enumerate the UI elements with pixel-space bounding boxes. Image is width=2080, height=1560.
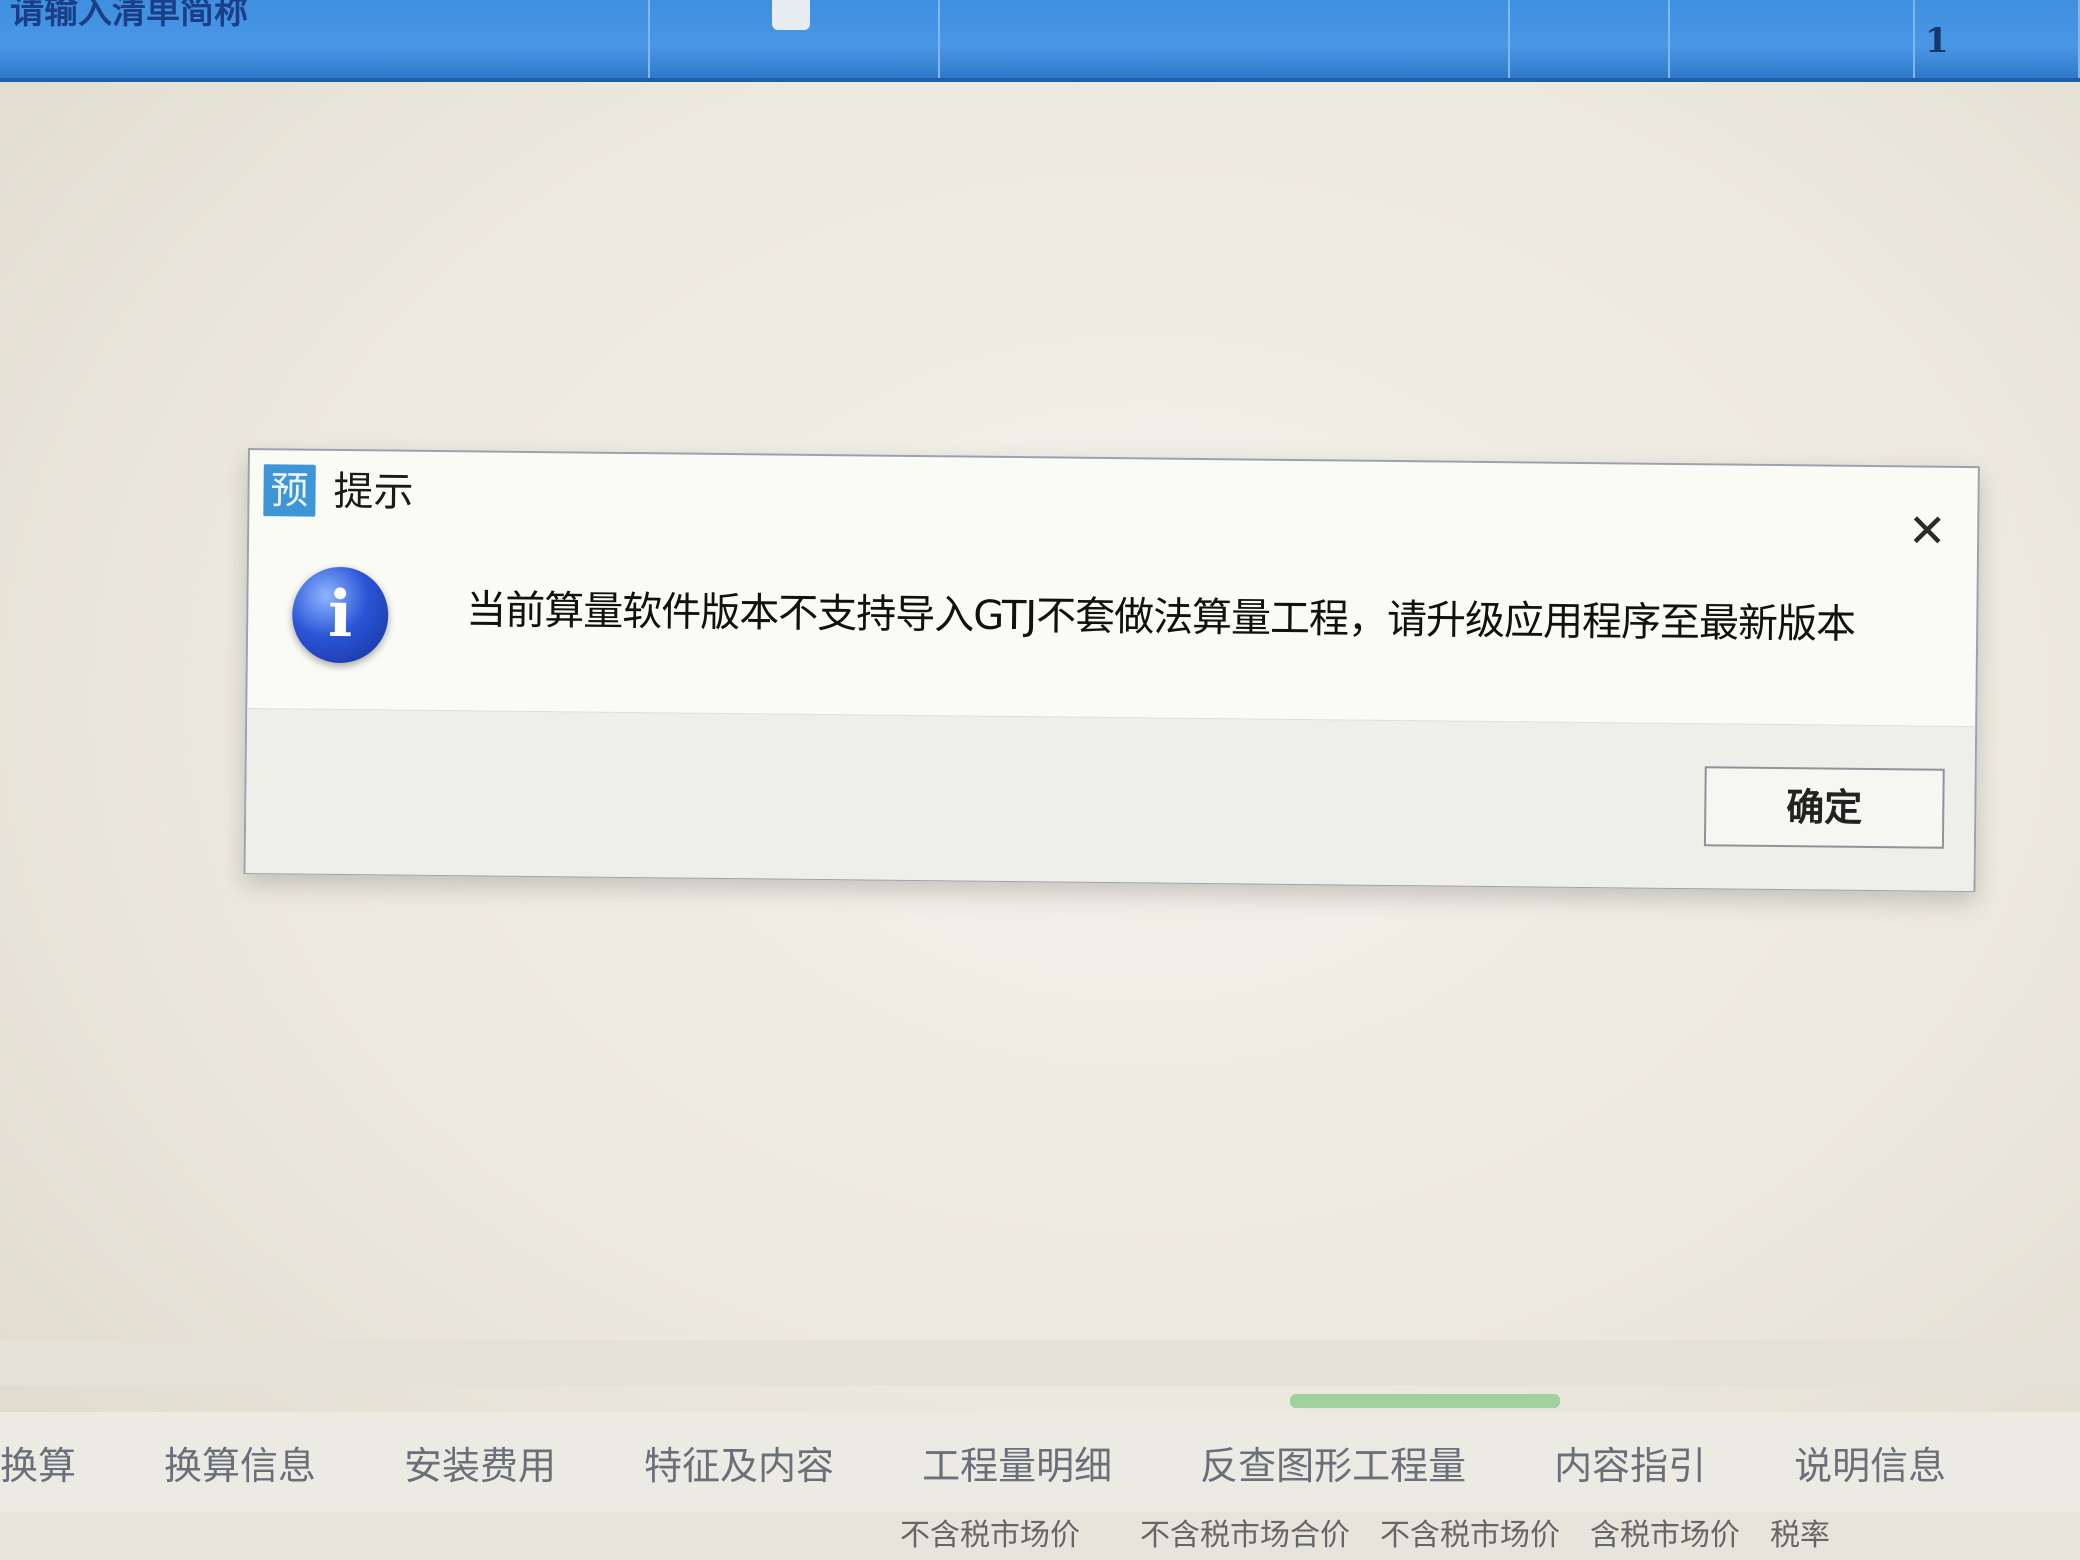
close-button[interactable]: ✕ — [1903, 503, 1952, 557]
app-logo-icon: 预 — [263, 464, 316, 517]
tab-features-content[interactable]: 特征及内容 — [600, 1435, 878, 1490]
tab-conversion-info[interactable]: 换算信息 — [120, 1435, 360, 1490]
table-header-text: 不含税市场价 不含税市场合价 不含税市场价 含税市场价 税率 — [900, 1518, 1830, 1553]
message-dialog: 预 提示 ✕ i 当前算量软件版本不支持导入GTJ不套做法算量工程，请升级应用程… — [243, 448, 1980, 893]
grid-cell[interactable] — [1670, 0, 1915, 78]
drag-handle[interactable] — [772, 0, 810, 30]
ok-button[interactable]: 确定 — [1703, 766, 1945, 849]
dialog-title: 提示 — [333, 468, 414, 516]
horizontal-scroll-thumb[interactable] — [1290, 1394, 1560, 1408]
bottom-tab-bar: 换算 换算信息 安装费用 特征及内容 工程量明细 反查图形工程量 内容指引 说明… — [0, 1412, 2080, 1512]
dialog-content: i 当前算量软件版本不支持导入GTJ不套做法算量工程，请升级应用程序至最新版本 — [247, 540, 1977, 726]
close-icon: ✕ — [1907, 503, 1947, 558]
horizontal-scroll-track[interactable] — [0, 1340, 2080, 1386]
tab-installation-fees[interactable]: 安装费用 — [360, 1435, 600, 1490]
dialog-message: 当前算量软件版本不支持导入GTJ不套做法算量工程，请升级应用程序至最新版本 — [466, 587, 1856, 648]
tab-quantity-details[interactable]: 工程量明细 — [878, 1435, 1156, 1490]
table-header-partial: 不含税市场价 不含税市场合价 不含税市场价 含税市场价 税率 — [0, 1512, 2080, 1560]
tab-description-info[interactable]: 说明信息 — [1750, 1435, 1990, 1490]
grid-cell[interactable] — [1510, 0, 1670, 78]
info-icon: i — [291, 566, 389, 664]
tab-conversion[interactable]: 换算 — [0, 1435, 120, 1490]
tab-content-guide[interactable]: 内容指引 — [1510, 1435, 1750, 1490]
top-grid-row: 请输入清单简称 1 — [0, 0, 2080, 82]
tab-reverse-check-quantity[interactable]: 反查图形工程量 — [1156, 1435, 1510, 1490]
dialog-footer: 确定 — [245, 708, 1976, 892]
grid-cell-name[interactable]: 请输入清单简称 — [0, 0, 650, 78]
grid-cell[interactable] — [940, 0, 1510, 78]
grid-cell-quantity[interactable]: 1 — [1915, 0, 2080, 78]
